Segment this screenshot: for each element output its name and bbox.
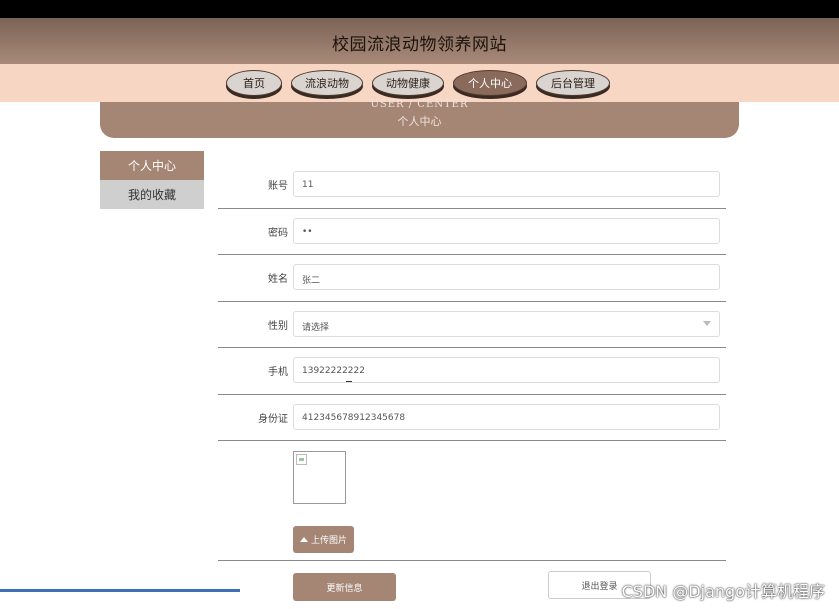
upload-button-label: 上传图片 <box>310 536 347 546</box>
form-row-name: 姓名 张二 <box>218 255 726 302</box>
name-label: 姓名 <box>268 274 288 285</box>
password-label: 密码 <box>268 227 288 239</box>
form-row-phone: 手机 13922222222 <box>218 348 726 395</box>
broken-image-icon <box>296 454 307 465</box>
avatar-preview <box>293 451 346 504</box>
window-top-bar <box>0 0 839 18</box>
account-input[interactable]: 11 <box>293 171 720 197</box>
watermark: CSDN @Django计算机程序 <box>621 582 825 601</box>
profile-form: 账号 11 密码 •• 姓名 张二 性别 请选择 手机 13922222222 … <box>218 162 726 561</box>
id-card-label: 身份证 <box>258 413 288 425</box>
update-info-button[interactable]: 更新信息 <box>293 573 396 601</box>
form-row-gender: 性别 请选择 <box>218 302 726 348</box>
nav-item-home[interactable]: 首页 <box>226 70 282 96</box>
gender-select[interactable]: 请选择 <box>293 310 720 337</box>
main-nav: 首页 流浪动物 动物健康 个人中心 后台管理 <box>226 70 610 96</box>
phone-input[interactable]: 13922222222 <box>293 357 720 383</box>
password-input[interactable]: •• <box>293 217 720 244</box>
form-row-id-card: 身份证 412345678912345678 <box>218 395 726 441</box>
chevron-down-icon <box>703 320 711 326</box>
sidebar-item-user-center[interactable]: 个人中心 <box>100 151 204 180</box>
gender-label: 性别 <box>268 320 288 332</box>
phone-label: 手机 <box>268 367 288 378</box>
gender-select-value: 请选择 <box>302 322 330 333</box>
banner-title: 个人中心 <box>397 115 442 128</box>
nav-item-stray-animals[interactable]: 流浪动物 <box>291 70 363 96</box>
id-card-input[interactable]: 412345678912345678 <box>293 403 720 430</box>
bottom-scroll-indicator <box>0 589 240 592</box>
sidebar-item-favorites[interactable]: 我的收藏 <box>100 180 204 209</box>
nav-item-animal-health[interactable]: 动物健康 <box>372 70 444 96</box>
site-title: 校园流浪动物领养网站 <box>332 35 507 55</box>
text-cursor <box>346 381 352 382</box>
banner-subtitle: USER / CENTER <box>370 99 469 110</box>
site-header: 校园流浪动物领养网站 <box>0 18 839 64</box>
account-label: 账号 <box>268 181 288 192</box>
name-input[interactable]: 张二 <box>293 264 720 290</box>
form-row-avatar: 上传图片 <box>218 441 726 561</box>
nav-item-admin[interactable]: 后台管理 <box>536 70 610 96</box>
form-row-account: 账号 11 <box>218 162 726 209</box>
sidebar: 个人中心 我的收藏 <box>100 151 204 209</box>
page-banner: USER / CENTER 个人中心 <box>100 99 739 138</box>
upload-image-button[interactable]: 上传图片 <box>293 526 354 553</box>
upload-icon <box>299 537 308 542</box>
nav-item-user-center[interactable]: 个人中心 <box>453 70 527 96</box>
form-row-password: 密码 •• <box>218 209 726 255</box>
